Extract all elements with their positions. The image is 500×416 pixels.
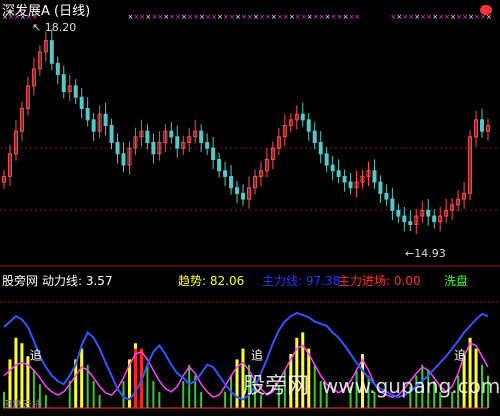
candle-body <box>151 141 156 155</box>
candle-body <box>372 170 377 183</box>
watermark: 股旁网 www.gupang.com <box>243 374 500 399</box>
candle-body <box>241 192 246 200</box>
candle-body <box>336 170 341 177</box>
candle-body <box>79 96 84 110</box>
chart-svg: 深发展A (日线) × × × × × × × × × × × × × × × × × × × × × × × × × × × × × ×… <box>0 3 500 411</box>
candle-body <box>300 113 305 121</box>
candle-body <box>306 119 311 132</box>
candle-body <box>109 125 114 143</box>
candle-body <box>61 74 66 93</box>
candle-body <box>121 153 126 166</box>
right-top-marker <box>480 5 492 15</box>
candle-body <box>175 136 180 149</box>
low-price-label: ←14.93 <box>405 247 446 260</box>
indicator-header-item: 动力线: 3.57 <box>42 274 113 288</box>
watermark-text: 股旁网 <box>243 374 309 399</box>
candle-body <box>318 141 323 155</box>
candle-body <box>426 209 431 217</box>
candle-body <box>49 40 54 64</box>
candle-body <box>402 215 407 223</box>
indicator-name: 股旁网 <box>2 273 38 288</box>
candle-body <box>211 147 216 160</box>
candle-body <box>85 108 90 121</box>
candle-body <box>55 62 60 76</box>
candle-body <box>73 85 78 98</box>
candle-body <box>169 130 174 138</box>
zhui-label: 追 <box>454 347 466 362</box>
candle-body <box>91 119 96 132</box>
indicator-header: 动力线: 3.57 趋势: 82.06 主力线: 97.38主力进场: 0.00 洗盘 <box>42 273 468 288</box>
candle-body <box>223 170 228 177</box>
candle-body <box>312 130 317 143</box>
high-price-label: ↖ 18.20 <box>32 21 76 34</box>
indicator-header-item: 主力线: 97.38 <box>262 274 340 288</box>
indicator-header-item: 主力进场: 0.00 <box>338 274 421 288</box>
zhui-label: 追 <box>30 347 42 362</box>
candle-body <box>408 221 413 226</box>
zhui-label: 追 <box>251 347 263 362</box>
candle-body <box>324 153 329 166</box>
candle-body <box>205 141 210 149</box>
candle-body <box>115 141 120 155</box>
candle-body <box>103 113 108 127</box>
candle-body <box>229 175 234 189</box>
candle-body <box>145 130 150 143</box>
watermark-url: www.gupang.com <box>322 374 500 398</box>
candle-body <box>396 209 401 217</box>
marker: × <box>355 13 361 21</box>
chart-stage: 深发展A (日线) × × × × × × × × × × × × × × × × × × × × × × × × × × × × × ×… <box>0 0 500 412</box>
candle-body <box>235 187 240 194</box>
candle-body <box>199 130 204 143</box>
candle-body <box>348 181 353 189</box>
candles <box>2 29 490 235</box>
candle-body <box>432 215 437 223</box>
indicator-header-item: 趋势: 82.06 <box>178 274 244 288</box>
candle-body <box>378 181 383 194</box>
price-grid <box>0 147 500 211</box>
candle-body <box>384 192 389 200</box>
candle-body <box>390 198 395 211</box>
marker: × <box>32 13 38 21</box>
candle-body <box>480 119 485 132</box>
candle-body <box>342 175 347 183</box>
indicator-header-item: 洗盘 <box>444 273 468 288</box>
bottom-left-text: 田惠云柿 <box>2 398 42 411</box>
candle-body <box>330 164 335 172</box>
candle-body <box>217 158 222 172</box>
